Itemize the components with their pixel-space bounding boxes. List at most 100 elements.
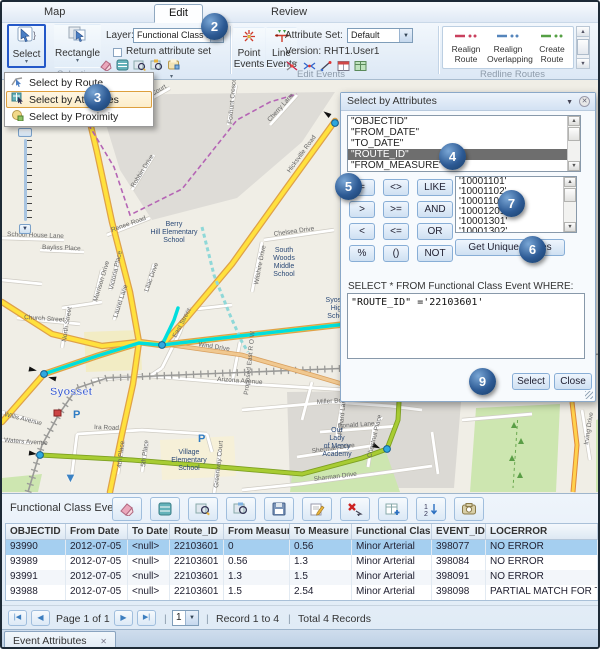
tab-map[interactable]: Map	[30, 4, 79, 23]
place-label-line: Middle	[274, 263, 295, 270]
field-list-item[interactable]: "OBJECTID"	[348, 116, 580, 127]
dialog-select-button[interactable]: Select	[512, 373, 550, 390]
get-unique-values-button[interactable]: Get Unique Values	[455, 239, 565, 256]
select-cursor-icon: }	[16, 26, 38, 49]
field-list-item[interactable]: "FROM_DATE"	[348, 127, 580, 138]
field-list-scrollbar[interactable]: ▲ ▼	[567, 116, 580, 171]
dialog-close-button[interactable]: Close	[554, 373, 592, 390]
event-table-green-icon[interactable]	[353, 59, 368, 73]
column-header[interactable]: EVENT_ID	[432, 524, 486, 540]
add-record-button[interactable]	[378, 497, 408, 521]
scroll-down-icon[interactable]: ▼	[568, 161, 580, 171]
first-page-button[interactable]: |◀	[8, 610, 27, 626]
return-attribute-set-checkbox[interactable]	[113, 48, 122, 57]
redline-scrollbar[interactable]: ▲ ▼	[576, 26, 590, 69]
operator-not-button[interactable]: NOT	[417, 245, 453, 262]
tab-close-icon[interactable]: ✕	[100, 637, 107, 646]
redline-scrollbar-thumb[interactable]	[577, 39, 589, 55]
scroll-down-icon[interactable]: ▼	[564, 222, 576, 232]
page-combo-arrow[interactable]: ▼	[185, 611, 198, 625]
point-events-button[interactable]: Point Events	[233, 27, 265, 68]
zoom-out-icon[interactable]: ▼	[19, 224, 31, 234]
operator-like-button[interactable]: LIKE	[417, 179, 453, 196]
value-list-item[interactable]: '10001302'	[456, 227, 576, 233]
realign-route-button[interactable]: Realign Route	[445, 29, 487, 68]
scrollbar-thumb[interactable]	[564, 188, 576, 202]
cell: PARTIAL MATCH FOR THE TO-M	[486, 585, 598, 600]
attribute-table-icon[interactable]	[115, 58, 130, 72]
map-zoom-slider[interactable]: ▼	[18, 128, 34, 236]
clear-selection-icon[interactable]	[98, 58, 113, 72]
dialog-close-icon[interactable]: ✕	[579, 96, 590, 107]
edit-records-button[interactable]	[302, 497, 332, 521]
operator-and-button[interactable]: AND	[417, 201, 453, 218]
scrollbar-thumb[interactable]	[568, 127, 580, 141]
operator-percent-button[interactable]: %	[349, 245, 375, 262]
parking-icon: P	[198, 433, 205, 445]
menu-item-select-by-attributes[interactable]: Select by Attributes	[6, 91, 152, 108]
table-row[interactable]: 93991 2012-07-05 <null> 22103601 1.3 1.5…	[6, 570, 598, 585]
table-row[interactable]: 93988 2012-07-05 <null> 22103601 1.5 2.5…	[6, 585, 598, 600]
column-header[interactable]: LOCERROR	[486, 524, 598, 540]
pan-down-icon[interactable]: ▼	[64, 470, 77, 485]
prev-page-button[interactable]: ◀	[31, 610, 50, 626]
scroll-up-icon[interactable]: ▲	[568, 116, 580, 126]
scroll-down-icon[interactable]: ▼	[577, 58, 589, 68]
operator-not-equals-button[interactable]: <>	[383, 179, 409, 196]
snapshot-button[interactable]	[454, 497, 484, 521]
zoom-to-selected-button[interactable]	[188, 497, 218, 521]
pan-to-events-icon[interactable]	[149, 58, 164, 72]
operator-greater-equal-button[interactable]: >=	[383, 201, 409, 218]
select-dropdown-arrow[interactable]: ▾	[25, 60, 28, 65]
menu-item-select-by-route[interactable]: Select by Route	[6, 74, 152, 91]
table-row[interactable]: 93990 2012-07-05 <null> 22103601 0 0.56 …	[6, 540, 598, 555]
attribute-set-combo[interactable]: Default ▼	[347, 28, 413, 43]
realign-overlapping-button[interactable]: Realign Overlapping	[487, 29, 529, 68]
tab-event-attributes[interactable]: Event Attributes ✕	[4, 631, 116, 649]
column-header[interactable]: From Date	[66, 524, 128, 540]
copy-attributes-dropdown-arrow[interactable]: ▾	[170, 73, 173, 80]
create-route-button[interactable]: Create Route	[531, 29, 573, 68]
rectangle-dropdown-arrow[interactable]: ▾	[76, 59, 79, 64]
operator-less-equal-button[interactable]: <=	[383, 223, 409, 240]
save-button[interactable]	[264, 497, 294, 521]
sort-button[interactable]: 12	[416, 497, 446, 521]
delete-records-button[interactable]	[340, 497, 370, 521]
column-header[interactable]: To Measure	[290, 524, 352, 540]
last-page-button[interactable]: ▶|	[137, 610, 156, 626]
scroll-up-icon[interactable]: ▲	[577, 27, 589, 37]
column-header[interactable]: Functional Class	[352, 524, 432, 540]
operator-less-button[interactable]: <	[349, 223, 375, 240]
tab-edit[interactable]: Edit	[154, 4, 203, 23]
attribute-set-combo-arrow[interactable]: ▼	[399, 29, 412, 42]
dialog-dropdown-icon[interactable]: ▼	[566, 94, 573, 111]
rectangle-tool-button[interactable]: Rectangle ▾	[54, 24, 101, 68]
select-tool-button[interactable]: } Select ▾	[7, 24, 46, 68]
operator-parentheses-button[interactable]: ()	[383, 245, 409, 262]
field-list-item[interactable]: "TO_DATE"	[348, 138, 580, 149]
column-header[interactable]: From Measure	[224, 524, 290, 540]
column-header[interactable]: OBJECTID	[6, 524, 66, 540]
values-list-scrollbar[interactable]: ▲ ▼	[563, 177, 576, 232]
operator-greater-button[interactable]: >	[349, 201, 375, 218]
dialog-resize-handle[interactable]	[585, 391, 593, 399]
column-header[interactable]: Route_ID	[170, 524, 224, 540]
zoom-slider-handle[interactable]	[18, 128, 32, 137]
page-number-combo[interactable]: 1 ▼	[172, 610, 199, 626]
zoom-to-events-icon[interactable]	[132, 58, 147, 72]
where-clause-textarea[interactable]: "ROUTE_ID" ='22103601'	[347, 293, 585, 359]
copy-attributes-icon[interactable]	[166, 58, 181, 72]
operator-or-button[interactable]: OR	[417, 223, 453, 240]
cell: Minor Arterial	[352, 570, 432, 585]
page-indicator: Page 1 of 1	[56, 613, 110, 625]
menu-item-select-by-proximity[interactable]: Select by Proximity	[6, 108, 152, 125]
next-page-button[interactable]: ▶	[114, 610, 133, 626]
switch-table-button[interactable]	[150, 497, 180, 521]
scroll-up-icon[interactable]: ▲	[564, 177, 576, 187]
table-row[interactable]: 93989 2012-07-05 <null> 22103601 0.56 1.…	[6, 555, 598, 570]
tab-review[interactable]: Review	[257, 4, 321, 23]
column-header[interactable]: To Date	[128, 524, 170, 540]
dialog-title-bar[interactable]: Select by Attributes ▼ ✕	[341, 93, 595, 111]
clear-selection-button[interactable]	[112, 497, 142, 521]
pan-to-selected-button[interactable]	[226, 497, 256, 521]
